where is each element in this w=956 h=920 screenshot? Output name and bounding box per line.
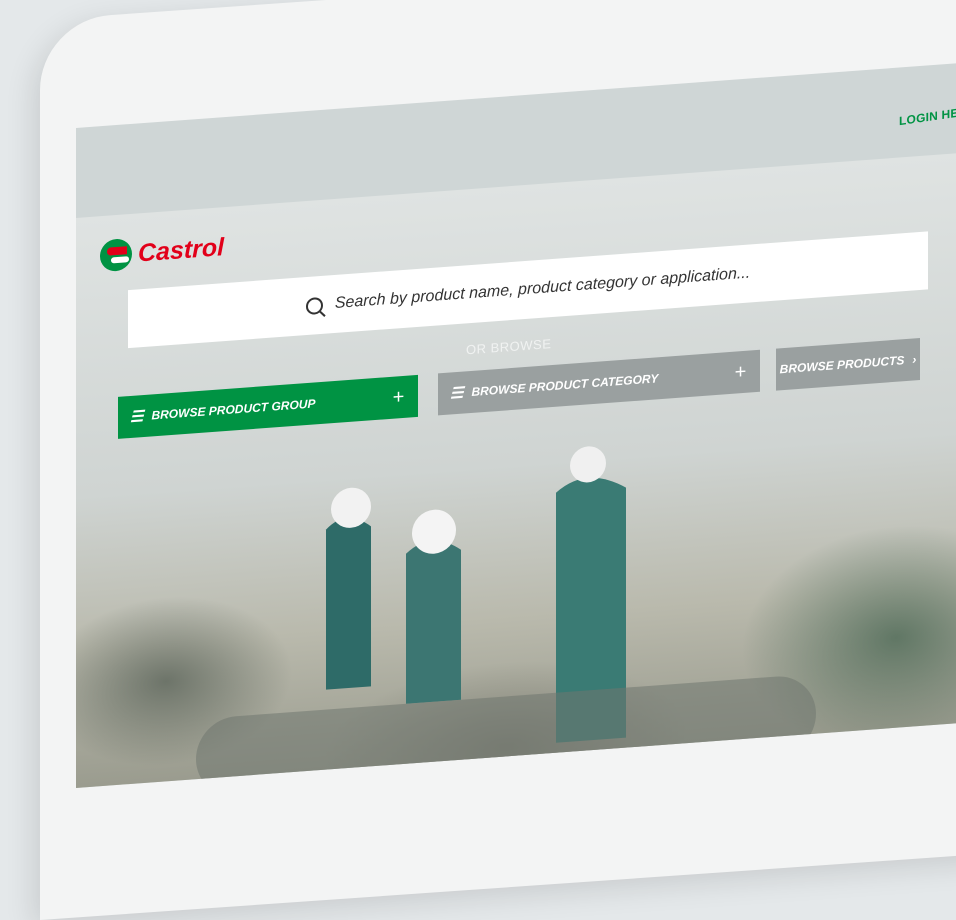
app-screen: LOGIN HERE Castrol Search by product nam… bbox=[76, 61, 956, 788]
castrol-wordmark: Castrol bbox=[138, 232, 225, 267]
tab-label: BROWSE PRODUCT GROUP bbox=[151, 396, 316, 423]
login-link[interactable]: LOGIN HERE bbox=[899, 103, 956, 128]
search-input[interactable]: Search by product name, product category… bbox=[335, 264, 750, 313]
plus-icon: + bbox=[392, 385, 404, 409]
list-icon: ☰ bbox=[130, 408, 144, 427]
search-bar[interactable]: Search by product name, product category… bbox=[128, 231, 928, 349]
castrol-logo[interactable]: Castrol bbox=[100, 231, 225, 273]
tab-label: BROWSE PRODUCT CATEGORY bbox=[471, 371, 659, 399]
hero-section: Castrol Search by product name, product … bbox=[76, 151, 956, 788]
plus-icon: + bbox=[734, 360, 746, 384]
chevron-right-icon: › bbox=[912, 352, 917, 367]
or-browse-divider: OR BROWSE bbox=[466, 336, 552, 358]
list-icon: ☰ bbox=[450, 384, 464, 403]
browse-products-label: BROWSE PRODUCTS bbox=[779, 353, 905, 377]
search-icon bbox=[305, 296, 323, 315]
castrol-logo-mark-icon bbox=[100, 237, 132, 273]
